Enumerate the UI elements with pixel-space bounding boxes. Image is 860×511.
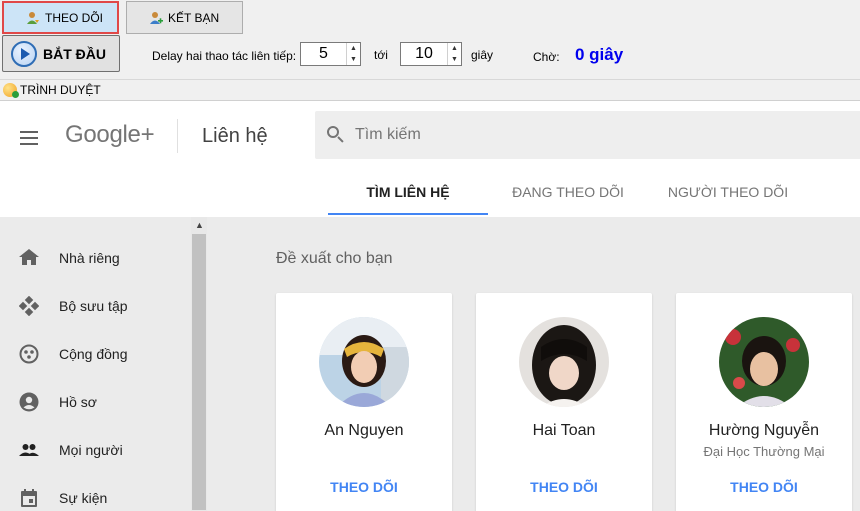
avatar <box>719 317 809 407</box>
nav-label: Mọi người <box>59 442 123 458</box>
page-title: Liên hệ <box>202 125 268 147</box>
card-subtitle: Đại Học Thường Mại <box>703 444 825 459</box>
header-divider <box>177 119 178 153</box>
nav-label: Cộng đồng <box>59 346 128 362</box>
nav-item-people[interactable]: Mọi người <box>0 426 190 474</box>
browser-label-bar: TRÌNH DUYỆT <box>0 79 860 101</box>
wait-value: 0 giây <box>575 45 624 64</box>
sidebar-scrollbar[interactable]: ▲ <box>191 217 207 511</box>
avatar <box>519 317 609 407</box>
follow-button[interactable]: THEO DÕI <box>676 479 852 495</box>
browser-label: TRÌNH DUYỆT <box>20 83 101 97</box>
wait-label: Chờ: <box>533 50 560 64</box>
unit-label: giây <box>471 48 494 62</box>
collections-icon <box>19 296 39 316</box>
communities-icon <box>19 344 39 364</box>
friend-tab-label: KẾT BẠN <box>168 10 220 25</box>
contact-tabs: TÌM LIÊN HỆ ĐANG THEO DÕI NGƯỜI THEO DÕI <box>0 177 860 217</box>
follow-tab-button[interactable]: THEO DÕI <box>2 1 119 34</box>
card-name[interactable]: An Nguyen <box>276 422 452 440</box>
search-input[interactable] <box>355 111 835 159</box>
user-follow-icon <box>27 11 39 24</box>
delay-label: Delay hai thao tác liên tiếp: <box>152 49 297 63</box>
people-icon <box>19 444 39 456</box>
nav-item-communities[interactable]: Cộng đồng <box>0 330 190 378</box>
avatar <box>319 317 409 407</box>
card-name[interactable]: Hai Toan <box>476 422 652 440</box>
nav-item-events[interactable]: Sự kiện <box>0 474 190 511</box>
nav-label: Nhà riêng <box>59 250 120 266</box>
app-window: THEO DÕI KẾT BẠN BẮT ĐẦU Delay hai thao … <box>0 0 860 511</box>
search-icon[interactable] <box>327 126 345 144</box>
follow-button[interactable]: THEO DÕI <box>476 479 652 495</box>
nav-label: Sự kiện <box>59 490 108 506</box>
gplus-header: Google+ Liên hệ TÌM LIÊN HỆ ĐANG THEO DÕ… <box>0 101 860 217</box>
stepper-arrows-icon[interactable]: ▲ ▼ <box>346 43 360 65</box>
search-box[interactable] <box>315 111 860 159</box>
scroll-up-icon[interactable]: ▲ <box>195 220 204 230</box>
scrollbar-thumb[interactable] <box>192 234 206 510</box>
start-label: BẮT ĐẦU <box>43 45 106 62</box>
browser-globe-icon <box>3 83 19 98</box>
delay-to-stepper[interactable]: 10 ▲ ▼ <box>400 42 462 66</box>
play-icon <box>11 40 37 67</box>
stepper-arrows-icon[interactable]: ▲ ▼ <box>447 43 461 65</box>
suggestion-card[interactable]: Hường Nguyễn Đại Học Thường Mại THEO DÕI <box>676 293 852 511</box>
nav-item-profile[interactable]: Hồ sơ <box>0 378 190 426</box>
home-icon <box>19 249 39 265</box>
delay-from-stepper[interactable]: 5 ▲ ▼ <box>300 42 361 66</box>
tab-find-contacts[interactable]: TÌM LIÊN HỆ <box>328 177 488 217</box>
toolstrip: THEO DÕI KẾT BẠN BẮT ĐẦU Delay hai thao … <box>0 0 860 79</box>
suggestions-title: Đề xuất cho bạn <box>276 250 393 267</box>
follow-button[interactable]: THEO DÕI <box>276 479 452 495</box>
delay-to-value[interactable]: 10 <box>401 45 447 63</box>
follow-tab-label: THEO DÕI <box>45 10 104 25</box>
start-button[interactable]: BẮT ĐẦU <box>2 35 120 72</box>
browser-viewport: Google+ Liên hệ TÌM LIÊN HỆ ĐANG THEO DÕ… <box>0 101 860 511</box>
card-name[interactable]: Hường Nguyễn <box>676 422 852 440</box>
side-nav: Nhà riêng Bộ sưu tập Cộng đồng Hồ sơ Mọi… <box>0 217 207 511</box>
nav-label: Hồ sơ <box>59 394 97 410</box>
friend-tab-button[interactable]: KẾT BẠN <box>126 1 243 34</box>
google-plus-logo[interactable]: Google+ <box>65 121 155 149</box>
tab-following[interactable]: ĐANG THEO DÕI <box>498 177 638 217</box>
suggestion-card[interactable]: An Nguyen THEO DÕI <box>276 293 452 511</box>
nav-item-home[interactable]: Nhà riêng <box>0 234 190 282</box>
nav-label: Bộ sưu tập <box>59 298 128 314</box>
events-icon <box>21 489 37 507</box>
to-label: tới <box>374 48 388 62</box>
page-body: Nhà riêng Bộ sưu tập Cộng đồng Hồ sơ Mọi… <box>0 217 860 511</box>
profile-icon <box>19 392 39 412</box>
tab-followers[interactable]: NGƯỜI THEO DÕI <box>658 177 798 217</box>
delay-from-value[interactable]: 5 <box>301 45 346 63</box>
user-add-icon <box>150 11 163 24</box>
suggestion-card[interactable]: Hai Toan THEO DÕI <box>476 293 652 511</box>
nav-item-collections[interactable]: Bộ sưu tập <box>0 282 190 330</box>
menu-icon[interactable] <box>20 131 38 145</box>
